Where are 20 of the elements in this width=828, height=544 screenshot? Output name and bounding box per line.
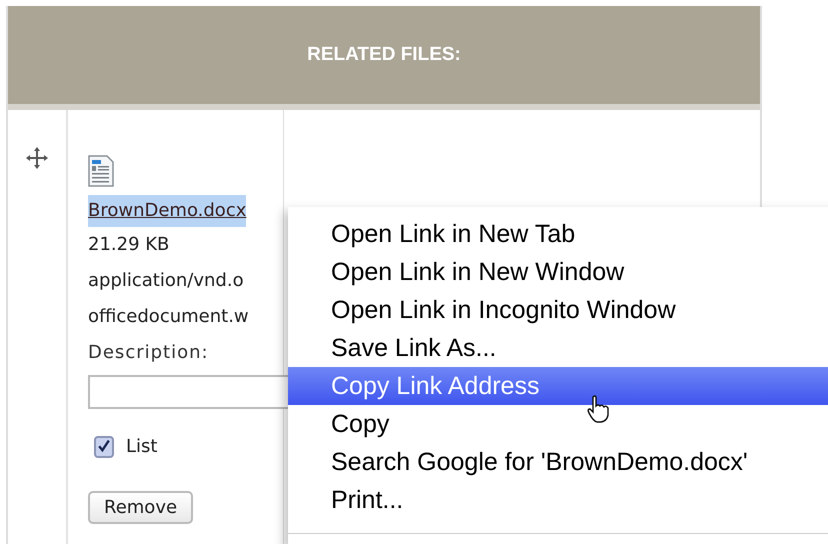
menu-item[interactable]: Copy Link Address (288, 367, 828, 405)
file-link[interactable]: BrownDemo.docx (88, 195, 246, 227)
mime-type-text: application/vnd.o (88, 269, 244, 293)
mime-type-text: officedocument.w (88, 305, 249, 329)
menu-item[interactable]: Copy (288, 405, 828, 443)
list-checkbox[interactable] (94, 436, 114, 458)
hand-cursor-icon (586, 395, 610, 423)
description-label: Description: (88, 341, 209, 365)
menu-item[interactable]: Open Link in Incognito Window (288, 291, 828, 329)
file-size: 21.29 KB (88, 233, 170, 257)
menu-item[interactable]: Open Link in New Window (288, 253, 828, 291)
menu-item[interactable]: Print... (288, 481, 828, 519)
document-icon (88, 155, 114, 187)
panel-title: RELATED FILES: (307, 44, 461, 66)
menu-item[interactable]: Open Link in New Tab (288, 215, 828, 253)
remove-button[interactable]: Remove (88, 491, 194, 524)
list-checkbox-label: List (126, 435, 158, 459)
move-icon[interactable] (25, 146, 49, 170)
menu-item[interactable]: Search Google for 'BrownDemo.docx' (288, 443, 828, 481)
menu-item[interactable]: Save Link As... (288, 329, 828, 367)
